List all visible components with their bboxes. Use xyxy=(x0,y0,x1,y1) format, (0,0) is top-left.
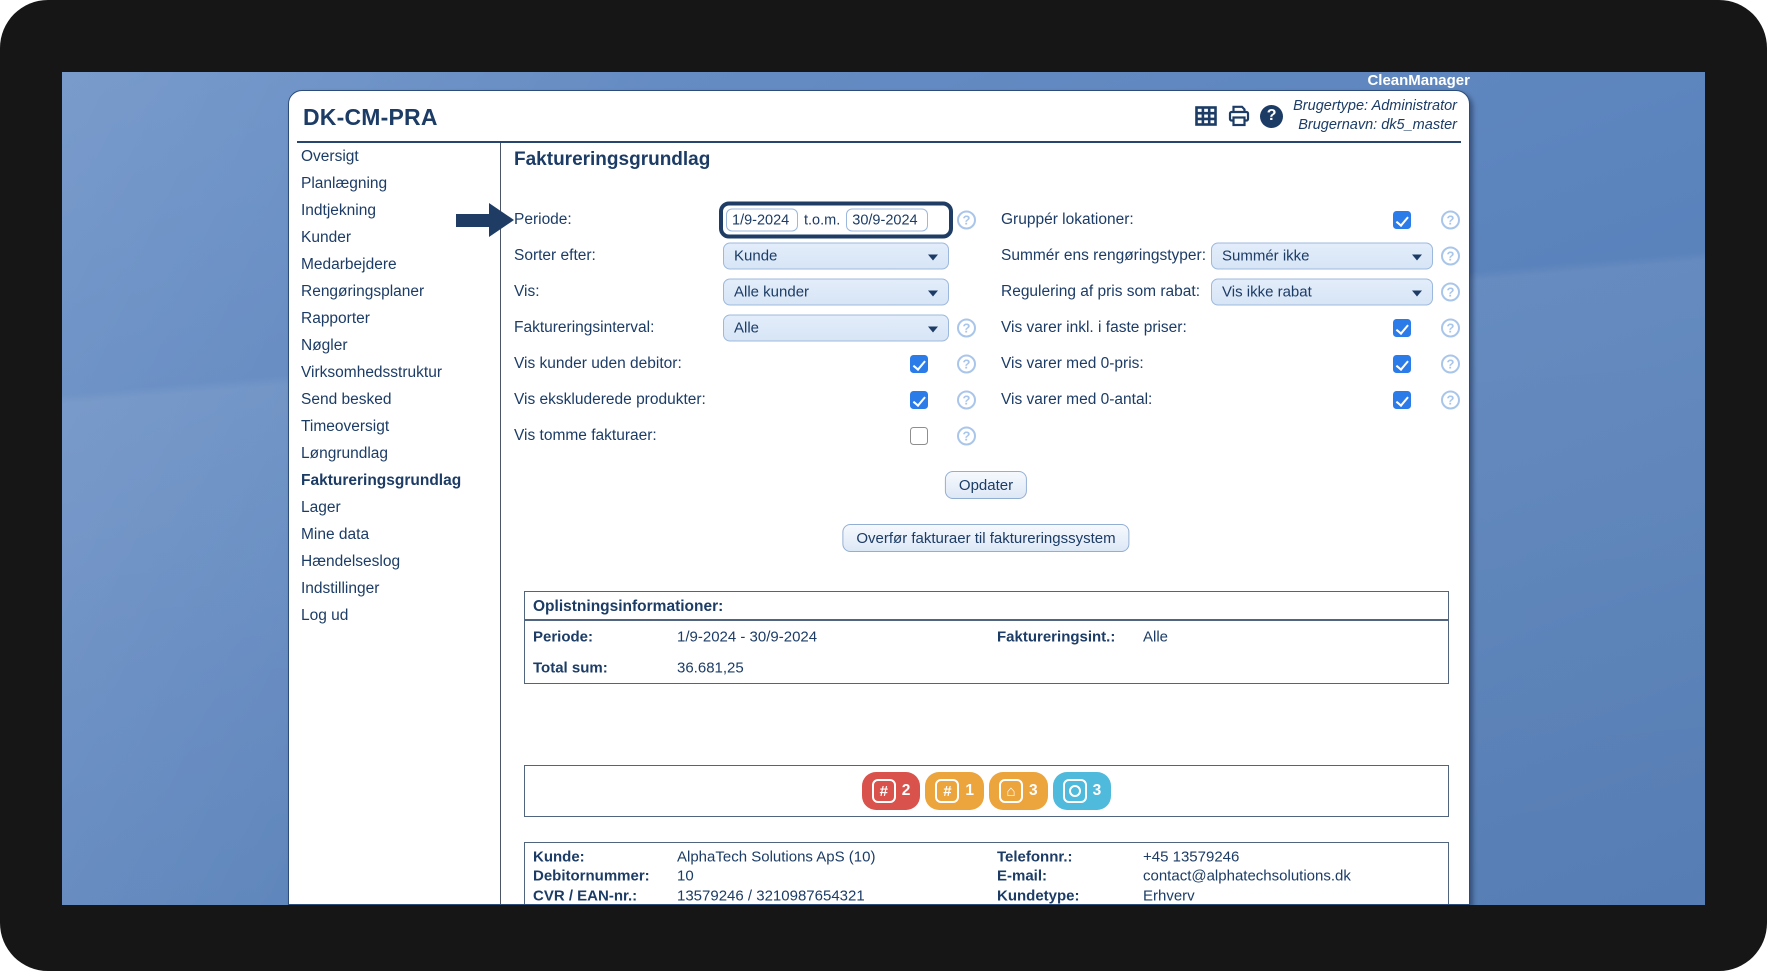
circle-icon xyxy=(1062,779,1087,803)
sidebar-item-lager[interactable]: Lager xyxy=(289,494,500,521)
app-window: DK-CM-PRA ? Brugertype: Administrator Br xyxy=(288,90,1470,905)
sort-by-select[interactable]: Kunde xyxy=(723,242,949,270)
sum-cleaning-types-select[interactable]: Summér ikke xyxy=(1211,242,1433,270)
form-row: Summér ens rengøringstyper: Summér ikke xyxy=(1001,238,1469,274)
update-button[interactable]: Opdater xyxy=(944,471,1028,499)
form-row: Vis: Alle kunder xyxy=(514,274,984,310)
screen-frame: CleanManager DK-CM-PRA ? Brugertype: Adm… xyxy=(0,0,1767,971)
table-row: CVR / EAN-nr.: 13579246 / 3210987654321 … xyxy=(533,887,1195,905)
transfer-invoices-button[interactable]: Overfør fakturaer til faktureringssystem xyxy=(842,524,1130,552)
form-row: Vis ekskluderede produkter: xyxy=(514,382,984,418)
camera-badge[interactable]: 3 xyxy=(1052,772,1112,810)
chevron-down-icon xyxy=(1412,290,1422,296)
help-icon[interactable] xyxy=(1441,354,1460,374)
form-row: Gruppér lokationer: xyxy=(1001,202,1469,238)
help-icon[interactable] xyxy=(957,426,976,446)
main-content: Faktureringsgrundlag Periode: t.o.m. Sor… xyxy=(501,143,1469,904)
sidebar-item-planlaegning[interactable]: Planlægning xyxy=(289,170,500,197)
sidebar-item-kunder[interactable]: Kunder xyxy=(289,224,500,251)
help-icon[interactable] xyxy=(1441,246,1460,266)
form-row: Vis varer med 0-pris: xyxy=(1001,346,1469,382)
chevron-down-icon xyxy=(928,326,938,332)
page-title: Faktureringsgrundlag xyxy=(514,149,711,170)
show-items-zero-quantity-checkbox[interactable] xyxy=(1393,391,1411,409)
desktop-background: CleanManager DK-CM-PRA ? Brugertype: Adm… xyxy=(62,72,1705,905)
period-row: Periode: t.o.m. xyxy=(514,201,984,239)
sidebar-item-rengoringsplaner[interactable]: Rengøringsplaner xyxy=(289,278,500,305)
help-icon[interactable] xyxy=(957,318,976,338)
help-icon[interactable] xyxy=(1441,318,1460,338)
sidebar-item-faktureringsgrundlag[interactable]: Faktureringsgrundlag xyxy=(289,467,500,494)
sidebar-item-log-ud[interactable]: Log ud xyxy=(289,602,500,629)
help-icon[interactable] xyxy=(957,354,976,374)
sidebar-item-rapporter[interactable]: Rapporter xyxy=(289,305,500,332)
show-items-zero-price-checkbox[interactable] xyxy=(1393,355,1411,373)
listing-info-table: Oplistningsinformationer: Periode: 1/9-2… xyxy=(524,591,1449,684)
price-regulation-select[interactable]: Vis ikke rabat xyxy=(1211,278,1433,306)
help-icon[interactable] xyxy=(1441,282,1460,302)
sidebar-item-mine-data[interactable]: Mine data xyxy=(289,521,500,548)
help-icon[interactable] xyxy=(957,390,976,410)
sidebar-item-medarbejdere[interactable]: Medarbejdere xyxy=(289,251,500,278)
period-separator: t.o.m. xyxy=(804,212,841,228)
show-customers-without-debtor-checkbox[interactable] xyxy=(910,355,928,373)
user-type: Brugertype: Administrator xyxy=(1293,98,1457,114)
house-badge[interactable]: ⌂ 3 xyxy=(989,772,1048,810)
show-items-fixed-prices-checkbox[interactable] xyxy=(1393,319,1411,337)
period-highlight: t.o.m. xyxy=(719,201,953,239)
table-row: Debitornummer: 10 E-mail: contact@alphat… xyxy=(533,867,1351,885)
invoicing-interval-select[interactable]: Alle xyxy=(723,314,949,342)
badge-bar: # 2 # 1 ⌂ 3 3 xyxy=(524,765,1449,817)
customer-info-table: Kunde: AlphaTech Solutions ApS (10) Tele… xyxy=(524,842,1449,905)
form-row: Vis varer med 0-antal: xyxy=(1001,382,1469,418)
sidebar-item-send-besked[interactable]: Send besked xyxy=(289,386,500,413)
sidebar: Oversigt Planlægning Indtjekning Kunder … xyxy=(289,143,501,904)
period-label: Periode: xyxy=(514,211,572,228)
table-grid-icon[interactable] xyxy=(1194,104,1218,128)
chevron-down-icon xyxy=(928,290,938,296)
sidebar-item-virksomhedsstruktur[interactable]: Virksomhedsstruktur xyxy=(289,359,500,386)
sidebar-item-timeoversigt[interactable]: Timeoversigt xyxy=(289,413,500,440)
show-empty-invoices-checkbox[interactable] xyxy=(910,427,928,445)
help-icon[interactable] xyxy=(1441,210,1460,230)
table-row: Total sum: 36.681,25 xyxy=(533,659,744,676)
hash-badge[interactable]: # 1 xyxy=(925,772,984,810)
sidebar-item-haendelseslog[interactable]: Hændelseslog xyxy=(289,548,500,575)
sidebar-item-oversigt[interactable]: Oversigt xyxy=(289,143,500,170)
sidebar-item-nogler[interactable]: Nøgler xyxy=(289,332,500,359)
form-row: Vis varer inkl. i faste priser: xyxy=(1001,310,1469,346)
app-title: DK-CM-PRA xyxy=(303,104,438,130)
sidebar-item-longrundlag[interactable]: Løngrundlag xyxy=(289,440,500,467)
sidebar-item-indstillinger[interactable]: Indstillinger xyxy=(289,575,500,602)
table-row: Kunde: AlphaTech Solutions ApS (10) Tele… xyxy=(533,848,1240,866)
form-row: Regulering af pris som rabat: Vis ikke r… xyxy=(1001,274,1469,310)
hash-icon: # xyxy=(935,779,960,803)
show-select[interactable]: Alle kunder xyxy=(723,278,949,306)
printer-icon[interactable] xyxy=(1227,104,1251,128)
hash-icon: # xyxy=(871,779,896,803)
form-row: Faktureringsinterval: Alle xyxy=(514,310,984,346)
listing-info-title: Oplistningsinformationer: xyxy=(525,592,1448,621)
user-name: Brugernavn: dk5_master xyxy=(1298,117,1457,133)
cleanmanager-brand: CleanManager xyxy=(1367,72,1470,89)
form-row: Sorter efter: Kunde xyxy=(514,238,984,274)
help-icon[interactable]: ? xyxy=(1260,104,1284,128)
chevron-down-icon xyxy=(1412,254,1422,260)
help-icon[interactable] xyxy=(957,210,976,230)
house-icon: ⌂ xyxy=(999,779,1023,803)
help-icon[interactable] xyxy=(1441,390,1460,410)
show-excluded-products-checkbox[interactable] xyxy=(910,391,928,409)
group-locations-checkbox[interactable] xyxy=(1393,211,1411,229)
period-to-input[interactable] xyxy=(846,208,929,232)
form-row: Vis tomme fakturaer: xyxy=(514,418,984,454)
chevron-down-icon xyxy=(928,254,938,260)
form-row: Vis kunder uden debitor: xyxy=(514,346,984,382)
table-row: Periode: 1/9-2024 - 30/9-2024 Fakturerin… xyxy=(533,628,1169,645)
period-from-input[interactable] xyxy=(726,208,798,232)
window-header: DK-CM-PRA ? Brugertype: Administrator Br xyxy=(297,91,1461,143)
hash-badge[interactable]: # 2 xyxy=(861,772,921,810)
